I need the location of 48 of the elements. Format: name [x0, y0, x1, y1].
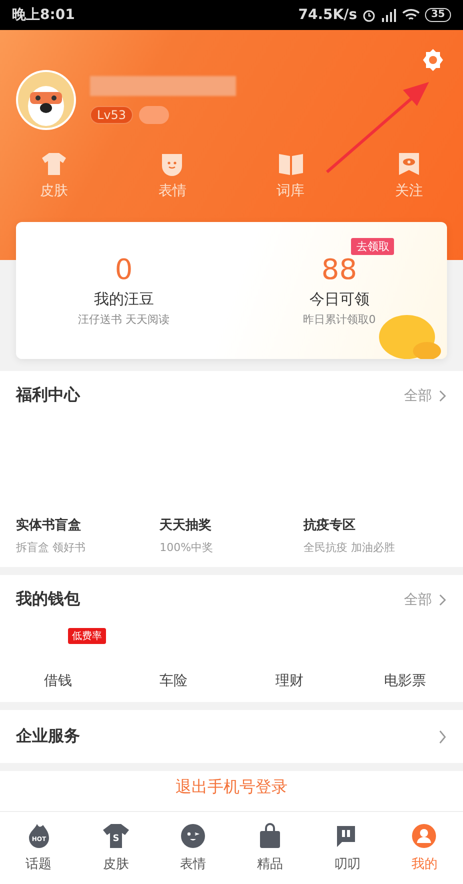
stat-caption: 汪仔送书 天天阅读: [78, 312, 170, 327]
clock-time: 晚上8:01: [12, 6, 75, 24]
battery-indicator: 35: [425, 8, 451, 22]
eye-bookmark-icon: [398, 152, 420, 176]
face-icon: [160, 152, 184, 176]
book-icon: [278, 152, 304, 176]
wallet-item[interactable]: 理财: [275, 672, 304, 690]
stat-value: 88: [321, 253, 358, 286]
blurred-badge: [139, 106, 170, 124]
settings-icon[interactable]: [421, 48, 445, 72]
welfare-item[interactable]: 抗疫专区 全民抗疫 加油必胜: [303, 516, 448, 555]
signal-icon: [381, 8, 398, 22]
stat-label: 我的汪豆: [94, 290, 154, 309]
section-title: 福利中心: [16, 385, 80, 406]
shortcut-label: 词库: [276, 182, 305, 200]
claim-tag[interactable]: 去领取: [351, 238, 394, 255]
wifi-icon: [402, 8, 420, 22]
welfare-item[interactable]: 实体书盲盒 拆盲盒 领好书: [16, 516, 160, 555]
chevron-icon: [438, 594, 447, 606]
face-icon: [180, 823, 206, 849]
nav-tab[interactable]: 精品: [232, 812, 309, 884]
level-badge: Lv53: [90, 106, 134, 124]
stat-label: 今日可领: [309, 290, 370, 309]
welfare-item[interactable]: 天天抽奖 100%中奖: [160, 516, 304, 555]
shirt-icon: [41, 152, 67, 176]
wallet-item[interactable]: 车险: [160, 672, 188, 690]
rate-tag: 低费率: [68, 628, 106, 644]
chevron-icon: [438, 730, 447, 744]
stat-caption: 昨日累计领取0: [302, 312, 376, 327]
section-title: 我的钱包: [16, 589, 80, 610]
enterprise-row[interactable]: 企业服务: [0, 710, 463, 763]
bag-icon: [258, 823, 282, 849]
wallet-item[interactable]: 借钱: [44, 672, 72, 690]
shortcut-label: 表情: [158, 182, 186, 200]
shirt-icon: S: [102, 823, 130, 849]
chevron-icon: [438, 390, 447, 402]
mushroom-drawing: [377, 313, 441, 359]
user-icon: [411, 823, 438, 849]
dog-avatar-drawing: [18, 72, 74, 128]
wallet-item[interactable]: 电影票: [384, 672, 426, 690]
nav-tab[interactable]: 表情: [154, 812, 232, 884]
nav-tab[interactable]: S 皮肤: [77, 812, 154, 884]
stat-value: 0: [114, 253, 133, 286]
network-speed: 74.5K/s: [298, 7, 358, 23]
nav-tab[interactable]: 叨叨: [308, 812, 386, 884]
alarm-icon: [362, 8, 376, 22]
shortcut-label: 关注: [394, 182, 423, 200]
shortcut-label: 皮肤: [40, 182, 68, 200]
